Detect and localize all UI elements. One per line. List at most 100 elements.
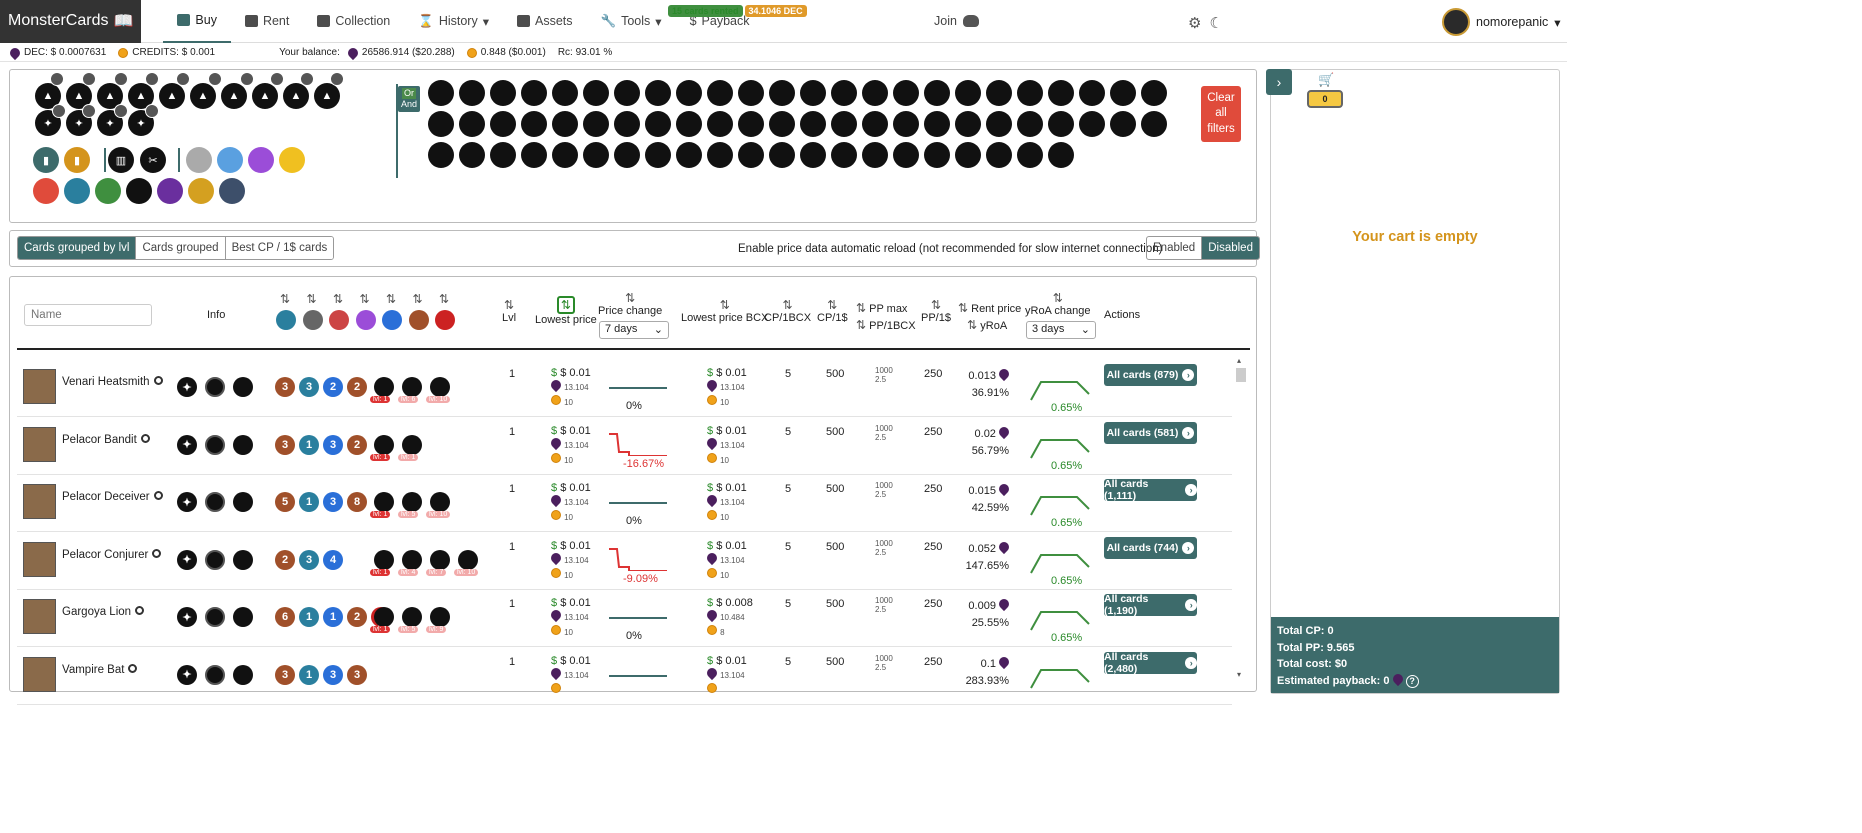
rarity-filter-icon[interactable]: [186, 147, 212, 173]
sort-icon[interactable]: ⇅: [413, 292, 423, 306]
ability-filter-icon[interactable]: [955, 111, 981, 137]
magnifier-icon[interactable]: [153, 491, 163, 500]
edition-filter-icon[interactable]: ▲: [314, 83, 340, 109]
ability-filter-icon[interactable]: [1110, 111, 1136, 137]
ability-filter-icon[interactable]: [986, 142, 1012, 168]
ability-filter-icon[interactable]: [707, 80, 733, 106]
ability-filter-icon[interactable]: [428, 142, 454, 168]
all-cards-button[interactable]: All cards (581) ›: [1104, 421, 1197, 444]
collapse-cart-button[interactable]: ›: [1266, 69, 1292, 95]
reload-enabled-button[interactable]: Enabled: [1147, 237, 1203, 259]
card-image[interactable]: [23, 541, 56, 577]
edition-filter-icon[interactable]: ▲: [159, 83, 185, 109]
sort-icon[interactable]: ⇅: [280, 292, 290, 306]
ability-filter-icon[interactable]: [459, 80, 485, 106]
ability-filter-icon[interactable]: [1141, 111, 1167, 137]
sun-icon[interactable]: ⚙: [1188, 14, 1201, 32]
ability-filter-icon[interactable]: [831, 142, 857, 168]
ability-filter-icon[interactable]: [645, 142, 671, 168]
all-cards-button[interactable]: All cards (744) ›: [1104, 536, 1197, 559]
or-and-toggle[interactable]: Or And: [398, 86, 420, 112]
name-search-input[interactable]: [24, 304, 152, 326]
sort-icon[interactable]: ⇅: [360, 292, 370, 306]
all-cards-button[interactable]: All cards (1,190) ›: [1104, 593, 1197, 617]
theme-toggle[interactable]: ⚙ ☾: [1188, 14, 1223, 32]
element-filter-icon[interactable]: [95, 178, 121, 204]
scroll-up-icon[interactable]: ▴: [1237, 356, 1241, 365]
all-cards-button[interactable]: All cards (2,480) ›: [1104, 651, 1197, 675]
card-name[interactable]: Vampire Bat: [62, 663, 138, 676]
ability-filter-icon[interactable]: [552, 80, 578, 106]
ability-filter-icon[interactable]: [552, 111, 578, 137]
sort-icon[interactable]: ⇅: [307, 292, 317, 306]
ability-filter-icon[interactable]: [769, 142, 795, 168]
ability-filter-icon[interactable]: [738, 80, 764, 106]
ability-filter-icon[interactable]: [614, 80, 640, 106]
ability-filter-icon[interactable]: [490, 80, 516, 106]
type-filter-icon[interactable]: ▮: [64, 147, 90, 173]
lowest-price-header[interactable]: ⇅ Lowest price: [535, 296, 597, 326]
ability-filter-icon[interactable]: [521, 142, 547, 168]
card-image[interactable]: [23, 369, 56, 404]
ability-filter-icon[interactable]: [955, 142, 981, 168]
view-best-cp-button[interactable]: Best CP / 1$ cards: [225, 237, 334, 259]
card-name[interactable]: Pelacor Deceiver: [62, 491, 163, 503]
ability-filter-icon[interactable]: [676, 111, 702, 137]
ability-filter-icon[interactable]: [738, 111, 764, 137]
moon-icon[interactable]: ☾: [1209, 14, 1222, 32]
price-change-period-select[interactable]: 7 days ⌄: [599, 321, 669, 339]
ability-filter-icon[interactable]: [676, 142, 702, 168]
ability-filter-icon[interactable]: [862, 80, 888, 106]
edition-filter-icon[interactable]: ▲: [283, 83, 309, 109]
ability-filter-icon[interactable]: [552, 142, 578, 168]
type-filter-icon[interactable]: ✂: [140, 147, 166, 173]
ability-filter-icon[interactable]: [490, 142, 516, 168]
cp-1d-header[interactable]: ⇅ CP/1$: [817, 298, 848, 324]
ability-filter-icon[interactable]: [583, 80, 609, 106]
ability-filter-icon[interactable]: [831, 111, 857, 137]
element-filter-icon[interactable]: [219, 178, 245, 204]
stat-sort-header[interactable]: ⇅: [413, 292, 423, 306]
nav-assets[interactable]: Assets: [503, 0, 587, 43]
cart-icon[interactable]: 🛒: [1318, 72, 1334, 88]
ability-filter-icon[interactable]: [583, 111, 609, 137]
ability-filter-icon[interactable]: [1048, 142, 1074, 168]
nav-history[interactable]: ⌛ History ▾: [404, 0, 503, 43]
ability-filter-icon[interactable]: [893, 111, 919, 137]
ability-filter-icon[interactable]: [1079, 111, 1105, 137]
rarity-filter-icon[interactable]: [279, 147, 305, 173]
card-image[interactable]: [23, 656, 56, 692]
ability-filter-icon[interactable]: [924, 111, 950, 137]
card-name[interactable]: Pelacor Conjurer: [62, 548, 162, 561]
magnifier-icon[interactable]: [128, 663, 138, 673]
stat-sort-header[interactable]: ⇅: [333, 292, 343, 306]
card-image[interactable]: [23, 484, 56, 519]
element-filter-icon[interactable]: [188, 178, 214, 204]
sort-icon[interactable]: ⇅: [333, 292, 343, 306]
magnifier-icon[interactable]: [153, 376, 163, 385]
ability-filter-icon[interactable]: [769, 111, 795, 137]
sort-icon[interactable]: ⇅: [625, 291, 635, 305]
edition-filter-icon[interactable]: ▲: [221, 83, 247, 109]
ability-filter-icon[interactable]: [986, 80, 1012, 106]
ability-filter-icon[interactable]: [893, 80, 919, 106]
ability-filter-icon[interactable]: [614, 142, 640, 168]
magnifier-icon[interactable]: [135, 606, 145, 615]
lowest-price-bcx-header[interactable]: ⇅ Lowest price BCX: [681, 298, 768, 324]
ability-filter-icon[interactable]: [521, 111, 547, 137]
element-filter-icon[interactable]: [64, 178, 90, 204]
help-icon[interactable]: ?: [1405, 674, 1419, 688]
ability-filter-icon[interactable]: [428, 80, 454, 106]
ability-filter-icon[interactable]: [924, 142, 950, 168]
nav-buy[interactable]: Buy: [163, 0, 231, 43]
ability-filter-icon[interactable]: [955, 80, 981, 106]
scroll-down-icon[interactable]: ▾: [1237, 670, 1241, 679]
app-logo[interactable]: MonsterCards 📖: [0, 0, 142, 43]
ability-filter-icon[interactable]: [800, 111, 826, 137]
card-image[interactable]: [23, 426, 56, 462]
nav-collection[interactable]: Collection: [303, 0, 404, 43]
stat-sort-header[interactable]: ⇅: [386, 292, 396, 306]
type-filter-icon[interactable]: ▮: [33, 147, 59, 173]
ability-filter-icon[interactable]: [986, 111, 1012, 137]
ability-filter-icon[interactable]: [862, 142, 888, 168]
